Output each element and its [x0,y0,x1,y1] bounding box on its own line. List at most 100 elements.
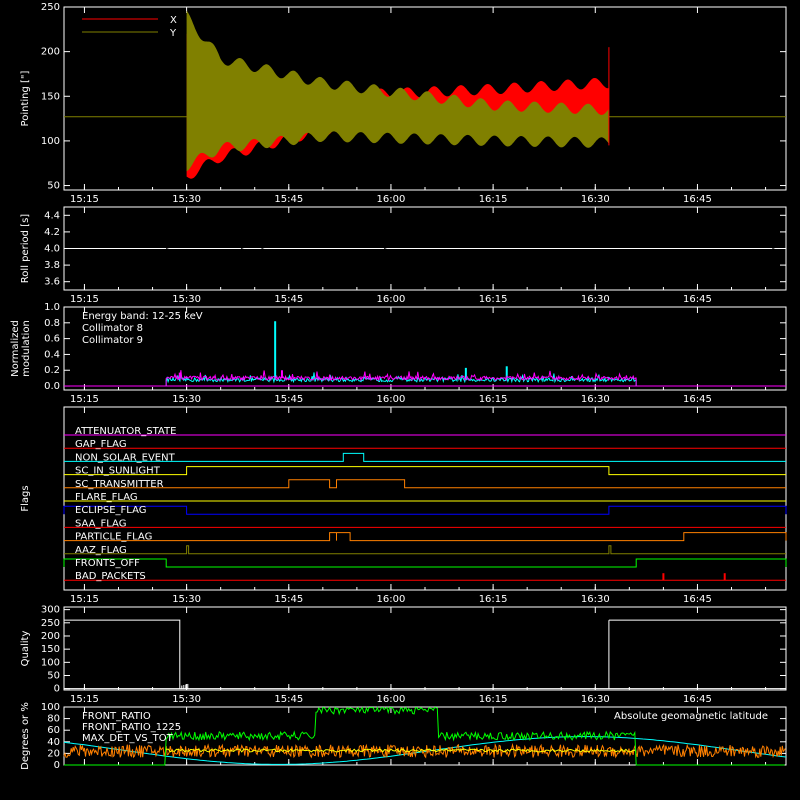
y-axis-label: Roll period [s] [20,214,31,283]
x-tick-label: 15:30 [172,694,201,705]
energy-band-annotation: Energy band: 12-25 keV [82,311,203,322]
x-tick-label: 15:45 [274,694,303,705]
legend-label-ratio: FRONT_RATIO_1225 [82,722,181,733]
y-tick-label: 300 [41,605,60,616]
flag-label: SC_IN_SUNLIGHT [75,466,161,477]
y-tick-label: 0.4 [44,349,60,360]
y-tick-label: 100 [41,136,60,147]
ratios-panel: 020406080100 Degrees or % FRONT_RATIOFRONT… [20,702,787,771]
x-tick-label: 16:30 [581,594,610,605]
quality-frame [63,606,787,691]
x-tick-label: 15:15 [70,394,99,405]
y-tick-label: 250 [41,618,60,629]
x-tick-label: 15:45 [274,194,303,205]
x-tick-label: 16:15 [479,394,508,405]
x-tick-label: 15:15 [70,694,99,705]
y-axis-label: Flags [20,485,31,511]
y-tick-label: 0.8 [44,318,60,329]
y-tick-label: 20 [47,748,60,759]
legend-label-x: X [170,15,177,26]
y-tick-label: 0 [54,684,60,695]
flag-label: GAP_FLAG [75,439,127,450]
y-tick-label: 4.4 [44,210,60,221]
flag-label: NON_SOLAR_EVENT [75,452,176,463]
legend-label-collimator: Collimator 9 [82,335,143,346]
roll-panel: 15:15 15:30 15:45 16:00 16:15 16:30 16:45 3.6 3.… [20,206,787,305]
y-tick-label: 3.8 [44,260,60,271]
chart-canvas: 15:15 15:30 15:45 16:00 16:15 16:30 16:45 50 100… [10,2,787,771]
flag-label: BAD_PACKETS [75,571,146,582]
y-axis-label: Quality [20,631,31,667]
x-tick-label: 16:00 [377,594,406,605]
x-tick-label: 15:15 [70,594,99,605]
y-tick-label: 0.0 [44,381,60,392]
y-tick-label: 100 [41,657,60,668]
y-tick-label: 3.6 [44,277,60,288]
x-tick-label: 16:45 [683,394,712,405]
flag-label: FRONTS_OFF [75,558,140,569]
y-tick-label: 0 [54,760,60,771]
y-tick-label: 0.2 [44,365,60,376]
flag-line-fronts-off [63,558,787,568]
y-tick-label: 150 [41,91,60,102]
pointing-panel: 15:15 15:30 15:45 16:00 16:15 16:30 16:45 50 100… [20,2,787,205]
x-tick-label: 15:15 [70,294,99,305]
flag-label: SAA_FLAG [75,518,126,529]
y-axis-label: modulation [21,320,32,377]
x-tick-label: 15:45 [274,594,303,605]
x-tick-label: 16:30 [581,194,610,205]
x-tick-label: 15:45 [274,294,303,305]
flag-label: ECLIPSE_FLAG [75,505,146,516]
modulation-panel: 15:15 15:30 15:45 16:00 16:15 16:30 16:45 0.0 0.… [10,302,787,405]
y-tick-label: 4.0 [44,244,60,255]
y-tick-label: 4.2 [44,227,60,238]
x-tick-label: 15:15 [70,194,99,205]
flag-label: SC_TRANSMITTER [75,479,164,490]
legend-label-y: Y [169,28,177,39]
y-tick-label: 60 [47,725,60,736]
y-tick-label: 200 [41,631,60,642]
y-tick-label: 1.0 [44,302,60,313]
y-tick-label: 200 [41,47,60,58]
y-axis-label: Normalized [10,320,21,377]
x-tick-label: 16:30 [581,694,610,705]
legend-label-ratio: MAX_DET_VS_TOT [82,733,174,744]
x-tick-label: 16:00 [377,394,406,405]
flag-line-aaz-flag [64,545,786,555]
flag-label: FLARE_FLAG [75,492,138,503]
flag-line-sc-in-sunlight [64,466,786,476]
x-tick-label: 15:30 [172,194,201,205]
y-tick-label: 100 [41,702,60,713]
x-tick-label: 16:45 [683,594,712,605]
quality-panel: 15:15 15:30 15:45 16:00 16:15 16:30 16:45 0 50 10… [20,605,787,705]
y-tick-label: 250 [41,2,60,13]
x-tick-label: 16:45 [683,194,712,205]
flag-label: PARTICLE_FLAG [75,532,152,543]
flag-label: ATTENUATOR_STATE [75,426,176,437]
flags-panel: 15:15 15:30 15:45 16:00 16:15 16:30 16:45 Flags… [20,406,787,605]
x-tick-label: 16:45 [683,294,712,305]
flag-label: AAZ_FLAG [75,545,127,556]
x-tick-label: 15:30 [172,394,201,405]
chart-figure: 15:15 15:30 15:45 16:00 16:15 16:30 16:45 50 100… [0,0,800,800]
y-tick-label: 40 [47,737,60,748]
y-tick-label: 50 [47,671,60,682]
latitude-legend-label: Absolute geomagnetic latitude [614,711,768,722]
y-axis-label: Pointing ["] [20,70,31,126]
flag-line-particle-flag [64,532,787,542]
quality-segment [608,619,787,689]
x-tick-label: 16:15 [479,194,508,205]
x-tick-label: 16:15 [479,294,508,305]
x-tick-label: 16:30 [581,394,610,405]
x-tick-label: 16:00 [377,294,406,305]
x-tick-label: 16:15 [479,594,508,605]
y-tick-label: 0.6 [44,334,60,345]
y-axis-label: Degrees or % [20,702,31,770]
x-tick-label: 16:00 [377,694,406,705]
x-tick-label: 16:15 [479,694,508,705]
y-tick-label: 50 [47,181,60,192]
x-tick-label: 15:30 [172,594,201,605]
x-tick-label: 16:45 [683,694,712,705]
x-tick-label: 16:00 [377,194,406,205]
x-tick-label: 16:30 [581,294,610,305]
